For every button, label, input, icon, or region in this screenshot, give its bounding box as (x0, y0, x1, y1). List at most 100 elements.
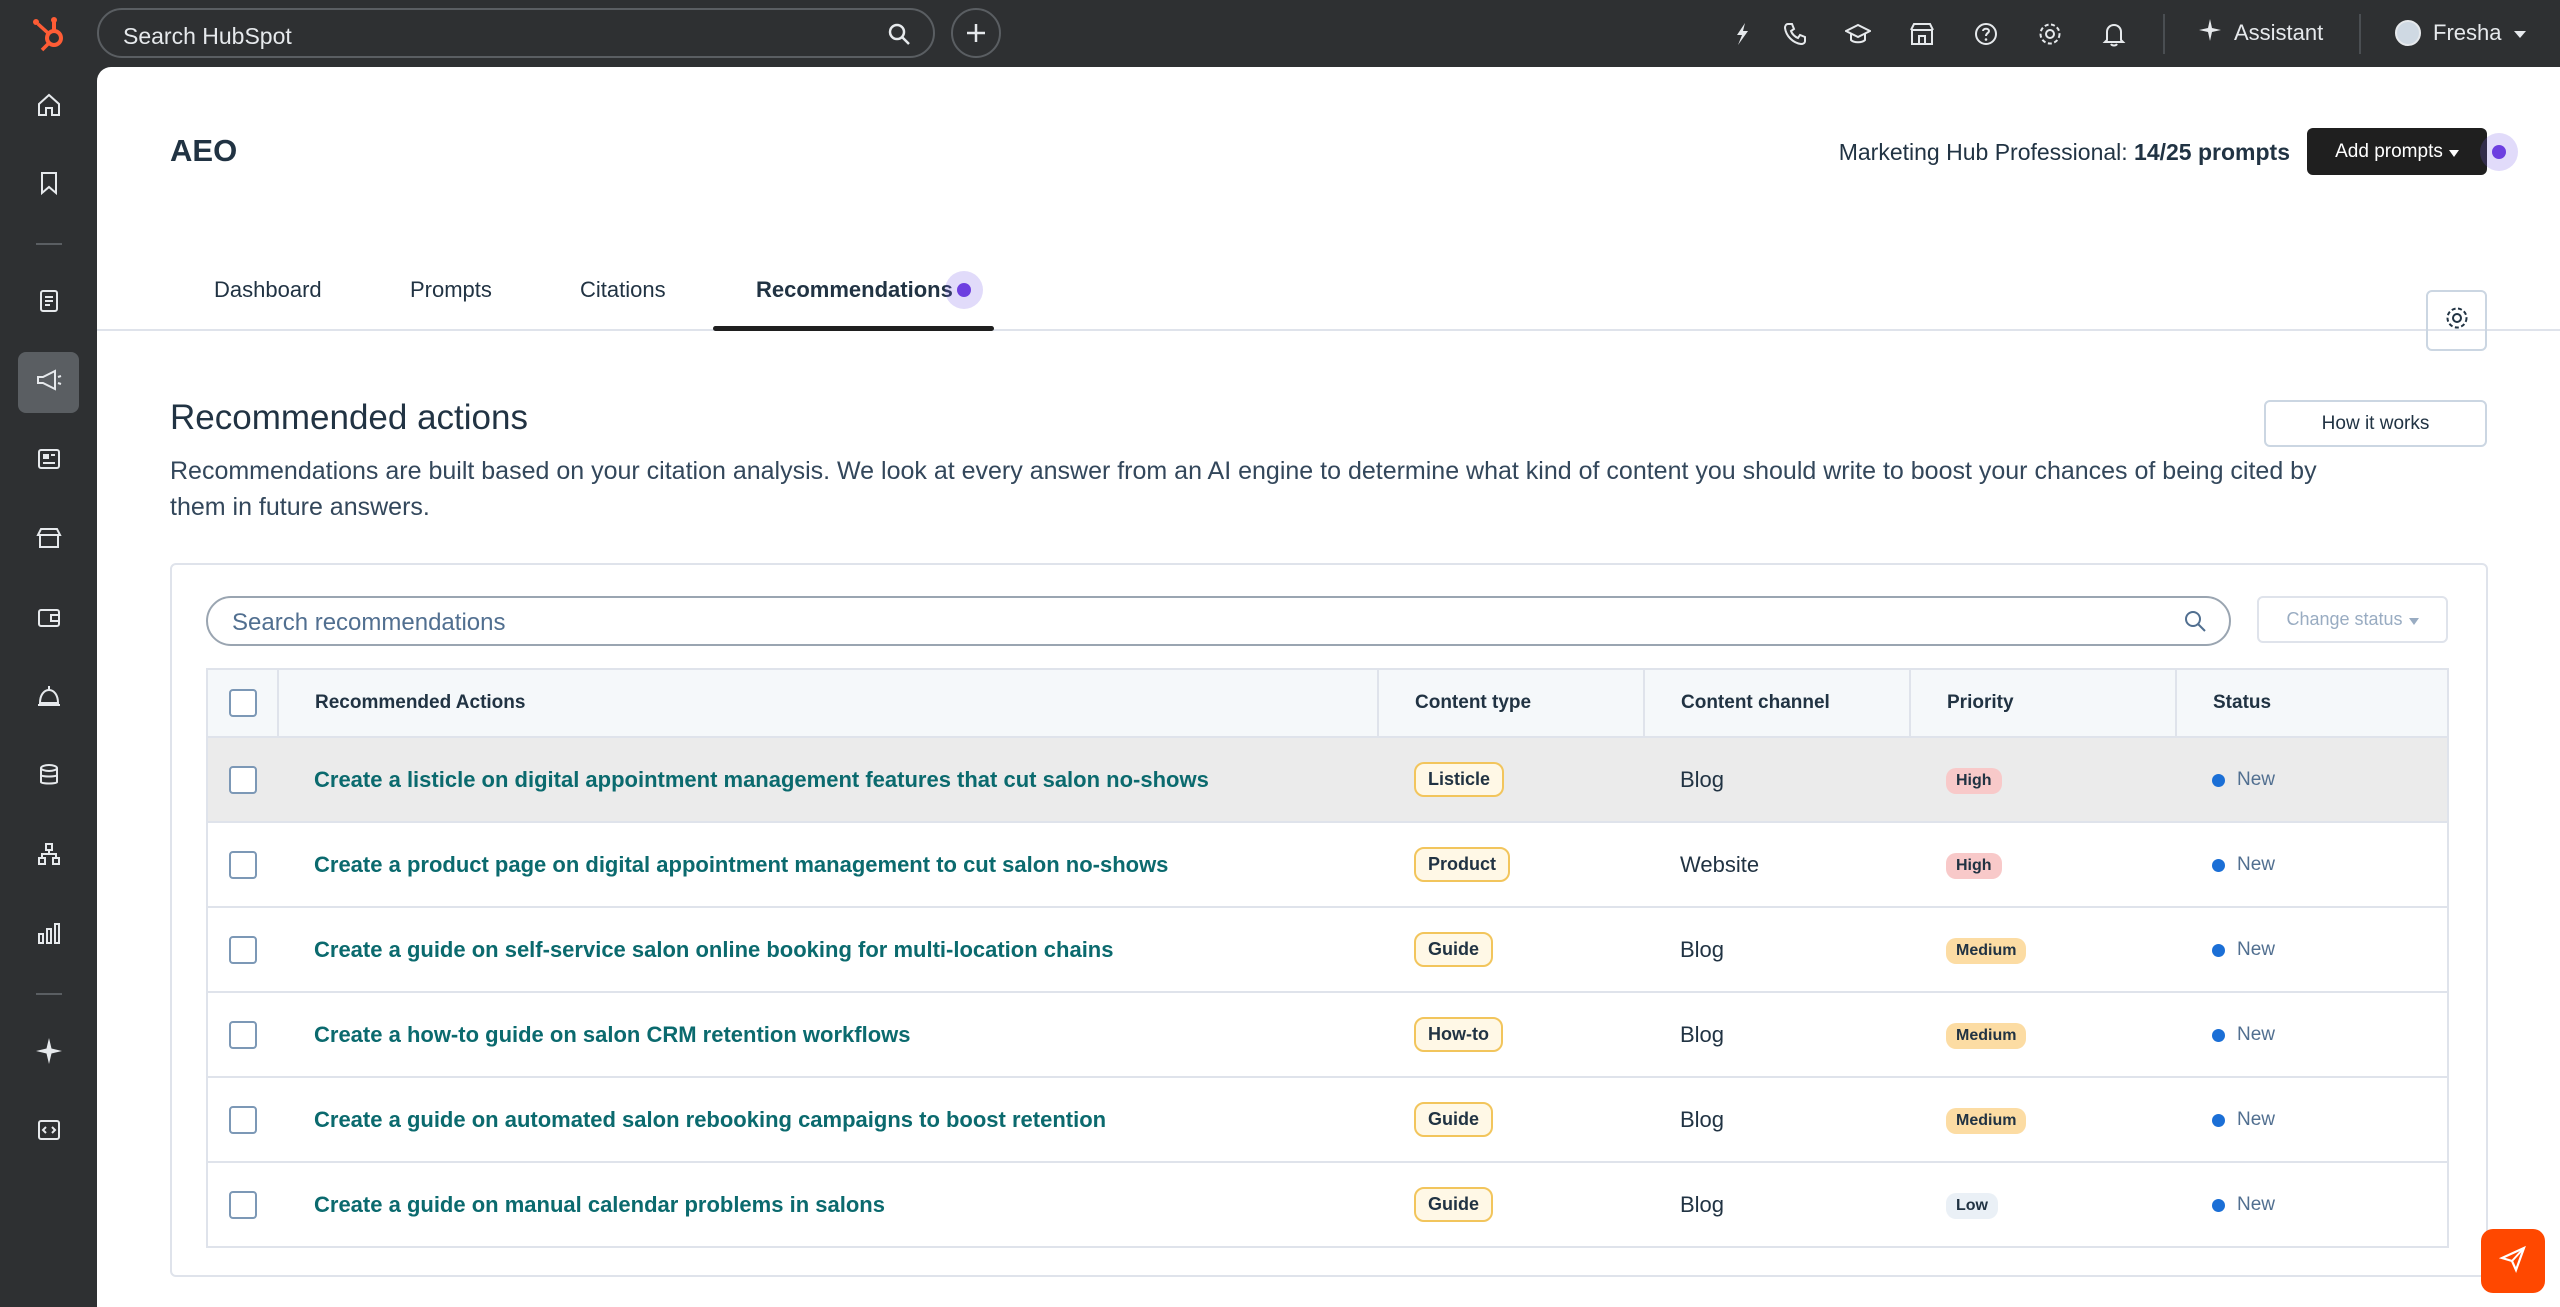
recommendations-search-input[interactable]: Search recommendations (206, 596, 2231, 646)
change-status-button[interactable]: Change status (2257, 596, 2448, 643)
sparkle-icon[interactable] (1729, 21, 1755, 47)
tab-citations[interactable]: Citations (580, 277, 666, 303)
row-checkbox[interactable] (229, 765, 257, 794)
nav-developer[interactable] (18, 1102, 79, 1163)
paper-plane-icon (2498, 1245, 2527, 1278)
tab-dashboard[interactable]: Dashboard (214, 277, 322, 303)
commerce-icon (35, 525, 62, 556)
caret-down-icon (2408, 609, 2419, 630)
graduation-cap-icon[interactable] (1843, 21, 1873, 47)
table-row: Create a listicle on digital appointment… (207, 737, 2448, 823)
send-feedback-button[interactable] (2481, 1229, 2545, 1293)
nav-payments[interactable] (18, 589, 79, 650)
action-link[interactable]: Create a how-to guide on salon CRM reten… (314, 1022, 910, 1047)
header-priority[interactable]: Priority (1910, 669, 2177, 738)
row-select-cell (207, 1077, 278, 1163)
nav-content[interactable] (18, 431, 79, 492)
table-header-row: Recommended Actions Content type Content… (207, 669, 2448, 738)
row-select-cell (207, 1162, 278, 1247)
status-cell: New (2176, 907, 2448, 993)
table-row: Create a guide on automated salon rebook… (207, 1077, 2448, 1163)
assistant-button[interactable]: Assistant (2198, 18, 2323, 48)
row-checkbox[interactable] (229, 1190, 257, 1219)
header-content-channel[interactable]: Content channel (1644, 669, 1911, 738)
status-cell: New (2176, 992, 2448, 1078)
action-link[interactable]: Create a guide on automated salon rebook… (314, 1107, 1106, 1132)
onboarding-beacon[interactable] (945, 271, 983, 309)
assistant-sparkle-icon (2198, 18, 2222, 48)
status-dot-icon (2212, 943, 2225, 957)
nav-bookmarks[interactable] (18, 155, 79, 216)
action-link[interactable]: Create a guide on manual calendar proble… (314, 1192, 885, 1217)
chevron-down-icon (2513, 20, 2527, 46)
nav-marketing[interactable] (18, 352, 79, 413)
create-new-button[interactable] (951, 8, 1001, 58)
nav-home[interactable] (18, 77, 79, 138)
status-dot-icon (2212, 858, 2225, 872)
action-link[interactable]: Create a product page on digital appoint… (314, 852, 1168, 877)
action-cell: Create a listicle on digital appointment… (278, 737, 1378, 823)
search-icon[interactable] (2183, 609, 2207, 638)
status-cell: New (2176, 822, 2448, 908)
phone-icon[interactable] (1782, 21, 1808, 47)
add-prompts-button[interactable]: Add prompts (2307, 128, 2487, 175)
action-link[interactable]: Create a listicle on digital appointment… (314, 767, 1209, 792)
status-label: New (2237, 854, 2276, 875)
tab-prompts[interactable]: Prompts (410, 277, 492, 303)
hubspot-logo-icon[interactable] (30, 14, 70, 54)
row-checkbox[interactable] (229, 850, 257, 879)
priority-cell: High (1910, 737, 2176, 823)
priority-badge: High (1946, 853, 2002, 879)
nav-service[interactable] (18, 668, 79, 729)
header-status[interactable]: Status (2176, 669, 2448, 738)
row-checkbox[interactable] (229, 1020, 257, 1049)
section-description: Recommendations are built based on your … (170, 457, 2317, 521)
content-type-cell: Product (1378, 822, 1644, 908)
reporting-icon (36, 920, 62, 951)
tab-recommendations[interactable]: Recommendations (756, 277, 953, 303)
settings-button[interactable] (2426, 290, 2487, 351)
settings-icon[interactable] (2037, 21, 2063, 47)
content-icon (36, 446, 62, 477)
action-cell: Create a product page on digital appoint… (278, 822, 1378, 908)
header-content-type[interactable]: Content type (1378, 669, 1645, 738)
notifications-icon[interactable] (2101, 21, 2127, 47)
ai-sparkle-icon (35, 1037, 63, 1070)
select-all-checkbox[interactable] (228, 689, 257, 717)
recommendations-table: Recommended Actions Content type Content… (206, 668, 2449, 1248)
row-select-cell (207, 992, 278, 1078)
nav-commerce[interactable] (18, 510, 79, 571)
content-type-cell: Listicle (1378, 737, 1644, 823)
status-badge: New (2212, 769, 2275, 791)
content-type-tag: Product (1414, 847, 1511, 882)
action-cell: Create a guide on automated salon rebook… (278, 1077, 1378, 1163)
search-icon[interactable] (887, 22, 911, 46)
priority-badge: Low (1946, 1193, 1998, 1219)
content-type-tag: Guide (1414, 932, 1494, 967)
nav-ai[interactable] (18, 1023, 79, 1084)
nav-reporting[interactable] (18, 905, 79, 966)
gear-icon (2444, 305, 2470, 336)
row-checkbox[interactable] (229, 1105, 257, 1134)
header-recommended-actions[interactable]: Recommended Actions (278, 669, 1379, 738)
action-link[interactable]: Create a guide on self-service salon onl… (314, 937, 1113, 962)
status-badge: New (2212, 1024, 2275, 1046)
priority-cell: Medium (1910, 992, 2176, 1078)
row-checkbox[interactable] (229, 935, 257, 964)
priority-cell: Medium (1910, 907, 2176, 993)
marketplace-icon[interactable] (1909, 21, 1935, 47)
priority-badge: High (1946, 768, 2002, 794)
how-it-works-button[interactable]: How it works (2264, 400, 2487, 447)
recommendations-card: Search recommendations Change status Rec… (170, 563, 2488, 1277)
account-menu[interactable]: Fresha (2395, 18, 2527, 48)
global-search-input[interactable]: Search HubSpot (97, 8, 935, 58)
account-name: Fresha (2433, 20, 2502, 45)
plan-name: Marketing Hub Professional: (1838, 139, 2128, 165)
priority-badge: Medium (1946, 1108, 2027, 1134)
topbar-divider (2359, 14, 2361, 54)
help-icon[interactable] (1973, 21, 1999, 47)
nav-data[interactable] (18, 747, 79, 808)
nav-contacts[interactable] (18, 273, 79, 334)
onboarding-beacon[interactable] (2480, 133, 2518, 171)
nav-automation[interactable] (18, 826, 79, 887)
